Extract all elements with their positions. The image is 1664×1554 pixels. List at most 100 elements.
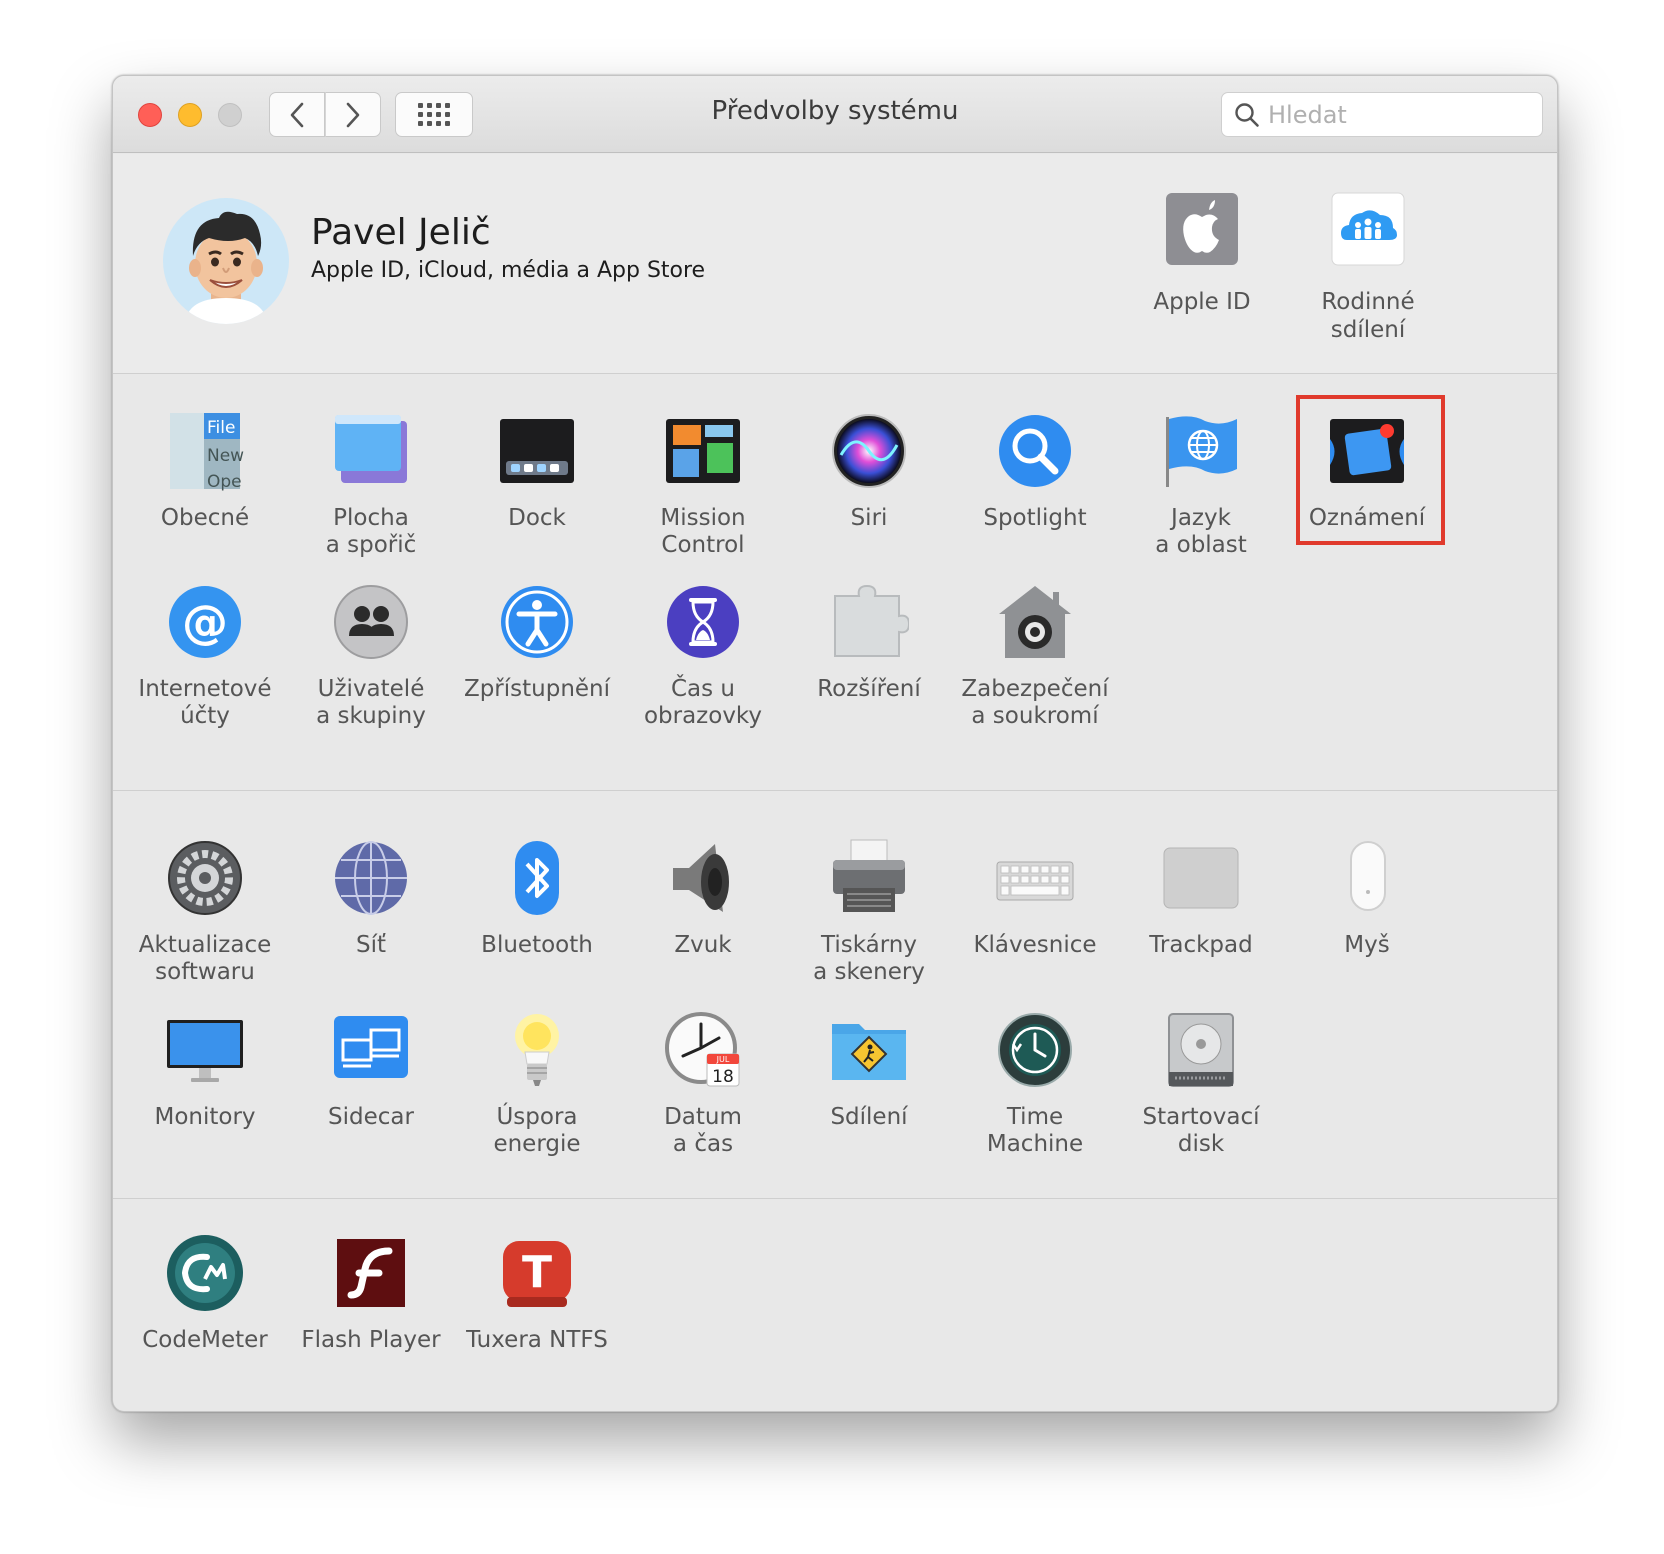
internet-accounts-icon: @ xyxy=(169,586,241,658)
pane-label: Spotlight xyxy=(983,505,1087,531)
apple-id-item[interactable]: Apple ID xyxy=(1127,192,1277,316)
sharing-icon xyxy=(832,1024,906,1080)
third-party-section: CodeMeter Flash Player T Tuxera NTFS xyxy=(113,1200,1557,1411)
pane-label: Monitory xyxy=(154,1104,256,1130)
pane-label: Tiskárny a skenery xyxy=(813,932,925,985)
accessibility-icon xyxy=(501,586,573,658)
pane-displays[interactable]: Monitory xyxy=(117,1010,293,1131)
system-preferences-window: Předvolby systému Pavel Jelič xyxy=(112,75,1558,1412)
pane-date-time[interactable]: JUL 18 Datum a čas xyxy=(615,1010,791,1158)
time-machine-icon xyxy=(998,1013,1072,1087)
pane-notifications[interactable]: Oznámení xyxy=(1279,411,1455,532)
pane-tuxera[interactable]: T Tuxera NTFS xyxy=(449,1233,625,1354)
extensions-icon xyxy=(834,584,911,657)
pane-label: Startovací disk xyxy=(1142,1104,1260,1157)
pane-dock[interactable]: Dock xyxy=(449,411,625,532)
displays-icon xyxy=(167,1020,243,1082)
pane-label: Datum a čas xyxy=(664,1104,742,1157)
svg-text:Ope: Ope xyxy=(207,472,242,491)
pane-label: Bluetooth xyxy=(481,932,593,958)
pane-printers[interactable]: Tiskárny a skenery xyxy=(781,838,957,986)
pane-security[interactable]: Zabezpečení a soukromí xyxy=(947,582,1123,730)
apple-id-label: Apple ID xyxy=(1153,289,1251,315)
avatar[interactable] xyxy=(163,198,289,324)
svg-text:@: @ xyxy=(182,595,228,649)
pane-language[interactable]: Jazyk a oblast xyxy=(1113,411,1289,559)
pane-label: Rozšíření xyxy=(817,676,921,702)
user-name[interactable]: Pavel Jelič xyxy=(311,212,491,253)
tuxera-icon: T xyxy=(503,1241,571,1307)
apple-id-icon xyxy=(1166,193,1238,265)
notifications-icon xyxy=(1330,419,1404,483)
family-sharing-item[interactable]: Rodinné sdílení xyxy=(1293,192,1443,344)
svg-text:New: New xyxy=(207,446,244,466)
pane-label: Aktualizace softwaru xyxy=(138,932,272,985)
pane-extensions[interactable]: Rozšíření xyxy=(781,582,957,703)
pane-label: Síť xyxy=(355,932,386,958)
pane-energy-saver[interactable]: Úspora energie xyxy=(449,1010,625,1158)
language-icon xyxy=(1166,416,1237,487)
pane-label: Time Machine xyxy=(986,1104,1084,1157)
pane-label: Siri xyxy=(850,505,888,531)
date-time-icon: JUL 18 xyxy=(665,1012,740,1087)
memoji-avatar-icon xyxy=(185,211,267,324)
pane-label: Zvuk xyxy=(674,932,732,958)
pane-label: Flash Player xyxy=(301,1327,441,1353)
pane-users[interactable]: Uživatelé a skupiny xyxy=(283,582,459,730)
users-icon xyxy=(334,585,408,659)
pane-desktop[interactable]: Plocha a spořič xyxy=(283,411,459,559)
pane-label: Internetové účty xyxy=(138,676,272,729)
pane-network[interactable]: Síť xyxy=(283,838,459,959)
pane-label: Úspora energie xyxy=(493,1104,581,1157)
pane-general[interactable]: File New Ope Obecné xyxy=(117,411,293,532)
pane-label: Klávesnice xyxy=(973,932,1097,958)
keyboard-icon xyxy=(996,861,1074,901)
dock-icon xyxy=(500,419,574,483)
pane-label: Sidecar xyxy=(328,1104,414,1130)
mission-control-icon xyxy=(666,419,740,483)
spotlight-icon xyxy=(999,415,1071,487)
pane-mouse[interactable]: Myš xyxy=(1279,838,1455,959)
pane-label: Zpřístupnění xyxy=(463,676,611,702)
pane-spotlight[interactable]: Spotlight xyxy=(947,411,1123,532)
security-icon xyxy=(999,586,1071,658)
pane-accessibility[interactable]: Zpřístupnění xyxy=(449,582,625,703)
pane-codemeter[interactable]: CodeMeter xyxy=(117,1233,293,1354)
svg-text:File: File xyxy=(207,418,235,438)
personal-section: File New Ope Obecné Plocha a spořič Dock xyxy=(113,374,1557,791)
pane-mission-control[interactable]: Mission Control xyxy=(615,411,791,559)
pane-time-machine[interactable]: Time Machine xyxy=(947,1010,1123,1158)
user-subtitle: Apple ID, iCloud, média a App Store xyxy=(311,258,706,283)
account-section: Pavel Jelič Apple ID, iCloud, média a Ap… xyxy=(113,154,1557,374)
network-icon xyxy=(335,841,407,915)
search-field[interactable] xyxy=(1221,92,1543,137)
pane-sidecar[interactable]: Sidecar xyxy=(283,1010,459,1131)
family-sharing-icon xyxy=(1331,192,1405,266)
pane-bluetooth[interactable]: Bluetooth xyxy=(449,838,625,959)
pane-siri[interactable]: Siri xyxy=(781,411,957,532)
startup-disk-icon xyxy=(1168,1013,1234,1087)
pane-label: Myš xyxy=(1344,932,1390,958)
pane-software-update[interactable]: Aktualizace softwaru xyxy=(117,838,293,986)
pane-internet-accounts[interactable]: @ Internetové účty xyxy=(117,582,293,730)
pane-trackpad[interactable]: Trackpad xyxy=(1113,838,1289,959)
pane-label: Plocha a spořič xyxy=(325,505,417,558)
date-month: JUL xyxy=(716,1055,730,1064)
screen-time-icon xyxy=(667,586,739,658)
printers-icon xyxy=(833,839,905,912)
search-input[interactable] xyxy=(1268,100,1538,129)
pane-keyboard[interactable]: Klávesnice xyxy=(947,838,1123,959)
pane-sound[interactable]: Zvuk xyxy=(615,838,791,959)
siri-icon xyxy=(832,414,906,488)
pane-flash-player[interactable]: Flash Player xyxy=(283,1233,459,1354)
mouse-icon xyxy=(1350,841,1386,911)
search-icon xyxy=(1235,102,1259,127)
pane-screen-time[interactable]: Čas u obrazovky xyxy=(615,582,791,730)
pane-label: Čas u obrazovky xyxy=(643,676,763,729)
pane-sharing[interactable]: Sdílení xyxy=(781,1010,957,1131)
software-update-icon xyxy=(168,841,242,915)
pane-label: Uživatelé a skupiny xyxy=(316,676,426,729)
pane-label: Dock xyxy=(508,505,566,531)
bluetooth-icon xyxy=(515,841,559,915)
pane-startup-disk[interactable]: Startovací disk xyxy=(1113,1010,1289,1158)
